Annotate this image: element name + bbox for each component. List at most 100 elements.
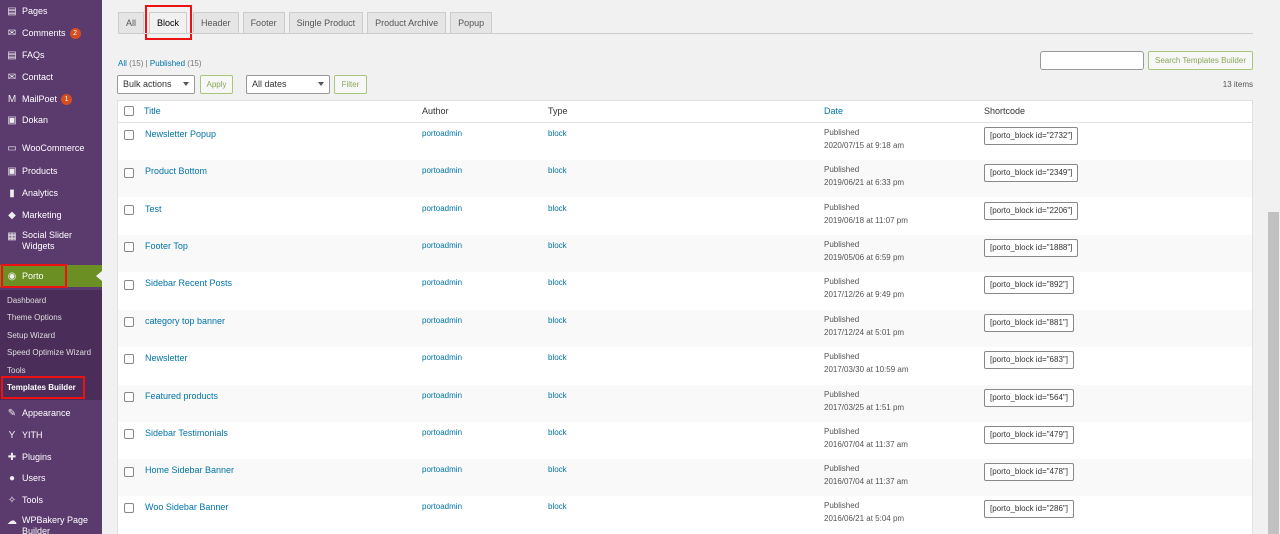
- tab-product-archive[interactable]: Product Archive: [367, 12, 447, 33]
- row-shortcode[interactable]: [porto_block id="478"]: [984, 463, 1074, 481]
- row-title-link[interactable]: Sidebar Recent Posts: [145, 278, 232, 288]
- row-shortcode[interactable]: [porto_block id="1888"]: [984, 239, 1079, 257]
- row-author-link[interactable]: portoadmin: [422, 428, 462, 437]
- row-author-link[interactable]: portoadmin: [422, 166, 462, 175]
- row-shortcode[interactable]: [porto_block id="881"]: [984, 314, 1074, 332]
- submenu-theme-options[interactable]: Theme Options: [7, 313, 62, 322]
- menu-appearance[interactable]: ✎ Appearance: [0, 406, 102, 420]
- row-author-link[interactable]: portoadmin: [422, 316, 462, 325]
- row-type-link[interactable]: block: [548, 465, 567, 474]
- filter-published-link[interactable]: Published: [150, 59, 185, 68]
- row-author-link[interactable]: portoadmin: [422, 204, 462, 213]
- row-title-link[interactable]: Newsletter Popup: [145, 129, 216, 139]
- row-type-link[interactable]: block: [548, 241, 567, 250]
- row-title-link[interactable]: category top banner: [145, 316, 225, 326]
- row-shortcode[interactable]: [porto_block id="286"]: [984, 500, 1074, 518]
- row-title-link[interactable]: Home Sidebar Banner: [145, 465, 234, 475]
- row-type-link[interactable]: block: [548, 391, 567, 400]
- tab-header[interactable]: Header: [193, 12, 239, 33]
- menu-mailpoet[interactable]: M MailPoet 1: [0, 92, 102, 106]
- row-type-link[interactable]: block: [548, 428, 567, 437]
- row-title-link[interactable]: Newsletter: [145, 353, 188, 363]
- menu-plugins[interactable]: ✚ Plugins: [0, 450, 102, 464]
- row-type-link[interactable]: block: [548, 353, 567, 362]
- menu-users[interactable]: ● Users: [0, 471, 102, 485]
- menu-marketing[interactable]: ◆ Marketing: [0, 208, 102, 222]
- row-checkbox[interactable]: [124, 242, 134, 252]
- page-scrollbar[interactable]: [1267, 0, 1280, 534]
- row-checkbox[interactable]: [124, 429, 134, 439]
- scrollbar-thumb[interactable]: [1268, 212, 1279, 534]
- row-checkbox[interactable]: [124, 280, 134, 290]
- row-type-link[interactable]: block: [548, 502, 567, 511]
- menu-woocommerce[interactable]: ▭ WooCommerce: [0, 141, 102, 155]
- row-checkbox[interactable]: [124, 392, 134, 402]
- row-author-link[interactable]: portoadmin: [422, 278, 462, 287]
- row-title-link[interactable]: Sidebar Testimonials: [145, 428, 228, 438]
- apply-button[interactable]: Apply: [200, 75, 233, 94]
- row-author-link[interactable]: portoadmin: [422, 353, 462, 362]
- row-type-link[interactable]: block: [548, 204, 567, 213]
- search-templates-button[interactable]: Search Templates Builder: [1148, 51, 1253, 70]
- row-checkbox[interactable]: [124, 205, 134, 215]
- menu-porto[interactable]: ◉ Porto: [0, 265, 102, 287]
- row-checkbox[interactable]: [124, 168, 134, 178]
- row-author-link[interactable]: portoadmin: [422, 391, 462, 400]
- menu-social-slider-widgets[interactable]: ▦ Social Slider Widgets: [0, 230, 102, 254]
- tab-footer[interactable]: Footer: [242, 12, 285, 33]
- row-title-link[interactable]: Featured products: [145, 391, 218, 401]
- row-type-link[interactable]: block: [548, 316, 567, 325]
- tab-popup[interactable]: Popup: [450, 12, 493, 33]
- row-shortcode[interactable]: [porto_block id="2732"]: [984, 127, 1079, 145]
- bulk-actions-select[interactable]: Bulk actions: [117, 75, 195, 94]
- submenu-dashboard[interactable]: Dashboard: [7, 296, 46, 305]
- submenu-templates-builder[interactable]: Templates Builder: [7, 383, 76, 392]
- menu-comments[interactable]: ✉ Comments 2: [0, 26, 102, 40]
- row-shortcode[interactable]: [porto_block id="892"]: [984, 276, 1074, 294]
- tab-block[interactable]: Block: [149, 12, 188, 33]
- row-author-link[interactable]: portoadmin: [422, 502, 462, 511]
- menu-analytics[interactable]: ▮ Analytics: [0, 186, 102, 200]
- row-title-link[interactable]: Footer Top: [145, 241, 188, 251]
- row-type-link[interactable]: block: [548, 129, 567, 138]
- menu-tools[interactable]: ✧ Tools: [0, 493, 102, 507]
- filter-all-link[interactable]: All: [118, 59, 127, 68]
- row-author-link[interactable]: portoadmin: [422, 129, 462, 138]
- row-type-link[interactable]: block: [548, 278, 567, 287]
- row-checkbox[interactable]: [124, 354, 134, 364]
- filter-button[interactable]: Filter: [334, 75, 367, 94]
- row-shortcode[interactable]: [porto_block id="479"]: [984, 426, 1074, 444]
- row-author-link[interactable]: portoadmin: [422, 241, 462, 250]
- row-shortcode[interactable]: [porto_block id="2349"]: [984, 164, 1079, 182]
- row-type-link[interactable]: block: [548, 166, 567, 175]
- submenu-speed-optimize-wizard[interactable]: Speed Optimize Wizard: [7, 348, 91, 357]
- column-date[interactable]: Date: [824, 106, 843, 116]
- row-author-link[interactable]: portoadmin: [422, 465, 462, 474]
- row-checkbox[interactable]: [124, 317, 134, 327]
- dates-select[interactable]: All dates: [246, 75, 330, 94]
- menu-faqs[interactable]: ▤ FAQs: [0, 48, 102, 62]
- menu-yith[interactable]: Y YITH: [0, 428, 102, 442]
- column-title[interactable]: Title: [144, 106, 161, 116]
- tab-all[interactable]: All: [118, 12, 145, 33]
- menu-pages[interactable]: ▤ Pages: [0, 4, 102, 18]
- row-checkbox[interactable]: [124, 503, 134, 513]
- row-shortcode[interactable]: [porto_block id="2206"]: [984, 202, 1079, 220]
- menu-products[interactable]: ▣ Products: [0, 164, 102, 178]
- row-title-link[interactable]: Product Bottom: [145, 166, 207, 176]
- row-checkbox[interactable]: [124, 467, 134, 477]
- select-all-checkbox[interactable]: [124, 106, 134, 116]
- row-title-link[interactable]: Woo Sidebar Banner: [145, 502, 228, 512]
- menu-contact[interactable]: ✉ Contact: [0, 70, 102, 84]
- tab-single-product[interactable]: Single Product: [288, 12, 364, 33]
- search-input[interactable]: [1040, 51, 1144, 70]
- row-shortcode[interactable]: [porto_block id="683"]: [984, 351, 1074, 369]
- submenu-tools[interactable]: Tools: [7, 366, 26, 375]
- submenu-setup-wizard[interactable]: Setup Wizard: [7, 331, 55, 340]
- menu-wpbakery[interactable]: ☁ WPBakery Page Builder: [0, 515, 102, 534]
- row-checkbox[interactable]: [124, 130, 134, 140]
- row-shortcode[interactable]: [porto_block id="564"]: [984, 389, 1074, 407]
- menu-dokan[interactable]: ▣ Dokan: [0, 113, 102, 127]
- row-title-link[interactable]: Test: [145, 204, 162, 214]
- filter-separator: |: [145, 59, 148, 68]
